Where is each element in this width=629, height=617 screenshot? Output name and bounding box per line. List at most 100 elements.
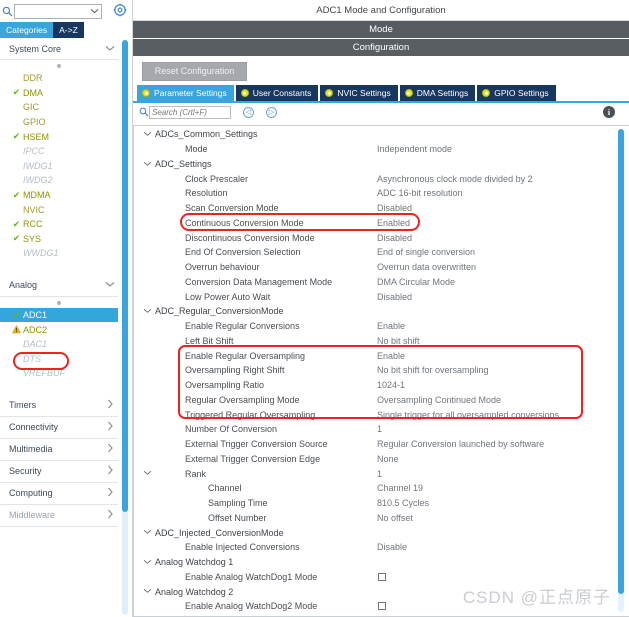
tree-row[interactable]: Scan Conversion Mode Disabled — [134, 201, 614, 216]
sidebar-item-mdma[interactable]: ✔ MDMA — [0, 188, 120, 203]
tree-row[interactable]: External Trigger Conversion Edge None — [134, 452, 614, 467]
gear-icon[interactable] — [113, 3, 127, 17]
checkbox[interactable] — [378, 572, 386, 581]
tab-gpio-settings[interactable]: GPIO Settings — [477, 85, 556, 101]
sidebar-item-dts[interactable]: DTS — [0, 352, 120, 367]
sidebar-item-rcc[interactable]: ✔ RCC — [0, 217, 120, 232]
tree-row[interactable]: ADC_Regular_ConversionMode — [134, 304, 614, 319]
sidebar-group-timers[interactable]: Timers — [0, 395, 118, 417]
tree-row[interactable]: Analog Watchdog 1 — [134, 555, 614, 570]
tree-row[interactable]: Sampling Time 810.5 Cycles — [134, 496, 614, 511]
ip-search-combobox[interactable] — [14, 3, 102, 19]
tab-a-to-z[interactable]: A->Z — [53, 22, 84, 38]
tree-row[interactable]: Oversampling Right Shift No bit shift for… — [134, 363, 614, 378]
tree-row-value: No offset — [377, 512, 413, 523]
sidebar-item-vrefbuf[interactable]: VREFBUF — [0, 366, 120, 381]
chevron-left-circle-icon[interactable]: ◁ — [243, 106, 254, 118]
tab-dma-settings[interactable]: DMA Settings — [399, 85, 476, 101]
tree-row[interactable]: ADC_Injected_ConversionMode — [134, 525, 614, 540]
search-input[interactable] — [149, 105, 231, 119]
sidebar-item-gic[interactable]: GIC — [0, 100, 120, 115]
sidebar-item-sys[interactable]: ✔ SYS — [0, 232, 120, 247]
sidebar-group-multimedia[interactable]: Multimedia — [0, 439, 118, 461]
tree-row[interactable]: Left Bit Shift No bit shift — [134, 334, 614, 349]
tree-row[interactable]: ADC_Settings — [134, 157, 614, 172]
tree-row[interactable]: Number Of Conversion 1 — [134, 422, 614, 437]
tree-row[interactable]: Low Power Auto Wait Disabled — [134, 289, 614, 304]
chevron-right-icon[interactable] — [102, 487, 118, 499]
sidebar-item-iwdg2[interactable]: IWDG2 — [0, 173, 120, 188]
tree-row[interactable]: Enable Regular Oversampling Enable — [134, 348, 614, 363]
chevron-right-icon[interactable] — [102, 421, 118, 433]
chevron-down-icon[interactable] — [87, 5, 101, 18]
sidebar-item-wwdg1[interactable]: WWDG1 — [0, 246, 120, 261]
chevron-down-icon[interactable] — [142, 306, 152, 316]
chevron-down-icon[interactable] — [142, 527, 152, 537]
tab-user-constants[interactable]: User Constants — [235, 85, 319, 101]
chevron-right-icon[interactable] — [102, 443, 118, 455]
sidebar-item-ddr[interactable]: DDR — [0, 71, 120, 86]
sidebar-group-label: Security — [9, 466, 42, 477]
tree-row[interactable]: Mode Independent mode — [134, 142, 614, 157]
tab-categories[interactable]: Categories — [0, 22, 54, 38]
checkbox[interactable] — [378, 602, 386, 610]
tree-scrollbar-thumb[interactable] — [618, 129, 624, 594]
sidebar-item-hsem[interactable]: ✔ HSEM — [0, 129, 120, 144]
mode-section-bar[interactable]: Mode — [133, 21, 629, 39]
chevron-right-icon[interactable] — [102, 399, 118, 411]
configuration-section-bar[interactable]: Configuration — [133, 39, 629, 57]
tree-row[interactable]: Regular Oversampling Mode Oversampling Co… — [134, 393, 614, 408]
tree-row[interactable]: Enable Regular Conversions Enable — [134, 319, 614, 334]
tree-row[interactable]: Triggered Regular Oversampling Single tri… — [134, 407, 614, 422]
tree-row[interactable]: Enable Injected Conversions Disable — [134, 540, 614, 555]
sidebar-group-computing[interactable]: Computing — [0, 483, 118, 505]
sidebar-group-analog[interactable]: Analog — [0, 275, 118, 297]
reset-configuration-button[interactable]: Reset Configuration — [142, 61, 247, 81]
chevron-down-icon[interactable] — [142, 468, 152, 478]
tree-row[interactable]: Continuous Conversion Mode Enabled — [134, 216, 614, 231]
sidebar-item-adc2[interactable]: ADC2 — [0, 322, 120, 337]
tree-row[interactable]: Oversampling Ratio 1024-1 — [134, 378, 614, 393]
tree-row[interactable]: Conversion Data Management Mode DMA Circu… — [134, 275, 614, 290]
chevron-down-icon[interactable] — [142, 586, 152, 596]
sidebar-item-ipcc[interactable]: IPCC — [0, 144, 120, 159]
chevron-down-icon[interactable] — [102, 280, 118, 290]
scroll-up-spinner[interactable]: ⬤ — [0, 60, 118, 71]
scroll-up-spinner[interactable]: ⬤ — [0, 297, 118, 308]
sidebar-item-gpio[interactable]: GPIO — [0, 115, 120, 130]
chevron-down-icon[interactable] — [142, 129, 152, 139]
chevron-right-icon[interactable] — [102, 465, 118, 477]
tree-row-value: Overrun data overwritten — [377, 262, 477, 273]
sidebar-group-system-core[interactable]: System Core — [0, 38, 118, 60]
tab-parameter-settings[interactable]: Parameter Settings — [137, 85, 234, 101]
tree-row[interactable]: Overrun behaviour Overrun data overwritte… — [134, 260, 614, 275]
sidebar-item-adc1[interactable]: ✔ ADC1 — [0, 307, 118, 323]
sidebar-item-label: DDR — [23, 73, 43, 84]
sidebar-item-dac1[interactable]: DAC1 — [0, 337, 120, 352]
tab-nvic-settings[interactable]: NVIC Settings — [320, 85, 398, 101]
tree-row[interactable]: End Of Conversion Selection End of single… — [134, 245, 614, 260]
sidebar-item-nvic[interactable]: NVIC — [0, 202, 120, 217]
sidebar-group-security[interactable]: Security — [0, 461, 118, 483]
blank-icon — [10, 353, 23, 365]
chevron-down-icon[interactable] — [142, 159, 152, 169]
tree-row[interactable]: Rank 1 — [134, 466, 614, 481]
chevron-right-circle-icon[interactable]: ▷ — [266, 106, 277, 118]
tree-row[interactable]: Clock Prescaler Asynchronous clock mode d… — [134, 171, 614, 186]
sidebar-item-dma[interactable]: ✔ DMA — [0, 86, 120, 101]
chevron-down-icon[interactable] — [142, 557, 152, 567]
sidebar-scrollbar-thumb[interactable] — [122, 40, 128, 512]
chevron-right-icon[interactable] — [102, 509, 118, 521]
info-icon[interactable]: i — [603, 106, 615, 118]
sidebar-group-middleware[interactable]: Middleware — [0, 505, 118, 527]
sidebar-group-label: Analog — [9, 280, 38, 291]
tree-row[interactable]: Resolution ADC 16-bit resolution — [134, 186, 614, 201]
tree-row[interactable]: ADCs_Common_Settings — [134, 127, 614, 142]
tree-row[interactable]: Offset Number No offset — [134, 511, 614, 526]
sidebar-group-connectivity[interactable]: Connectivity — [0, 417, 118, 439]
tree-row[interactable]: Channel Channel 19 — [134, 481, 614, 496]
tree-row[interactable]: External Trigger Conversion Source Regula… — [134, 437, 614, 452]
chevron-down-icon[interactable] — [102, 44, 118, 54]
tree-row[interactable]: Discontinuous Conversion Mode Disabled — [134, 230, 614, 245]
sidebar-item-iwdg1[interactable]: IWDG1 — [0, 159, 120, 174]
